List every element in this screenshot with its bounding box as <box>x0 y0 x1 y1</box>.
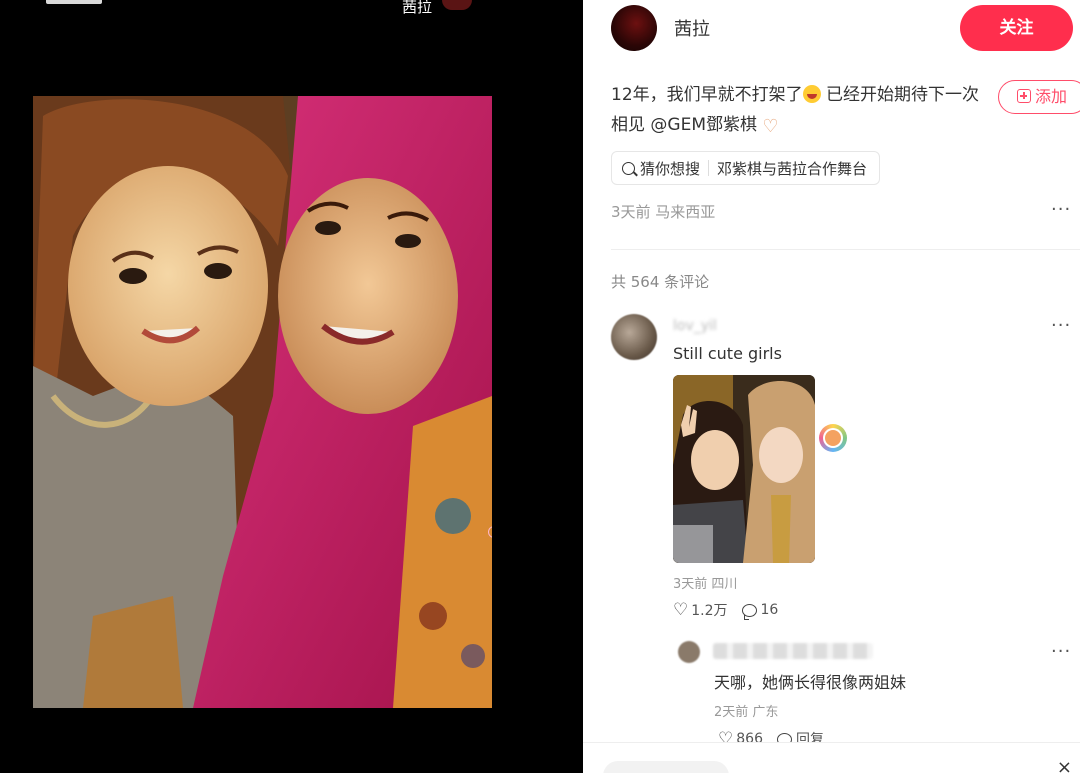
media-viewer[interactable]: 茜拉 <box>0 0 583 773</box>
author-name[interactable]: 茜拉 <box>674 15 710 41</box>
reply-more-icon[interactable]: ··· <box>1051 641 1071 662</box>
post-photo[interactable] <box>33 96 492 708</box>
divider <box>611 249 1080 250</box>
reply-meta: 2天前 广东 <box>714 705 779 720</box>
media-owner-name: 茜拉 <box>402 0 433 16</box>
post-meta: 3天前 马来西亚 <box>611 203 716 221</box>
like-heart-icon[interactable]: ♡ <box>673 601 688 619</box>
close-icon[interactable]: × <box>1057 757 1072 773</box>
comment-count: 共 564 条评论 <box>611 273 710 291</box>
reply-text: 天哪，她俩长得很像两姐妹 <box>714 673 907 692</box>
comment-avatar[interactable] <box>611 314 657 360</box>
chip-divider <box>708 160 710 176</box>
post-detail-panel: 茜拉 关注 12年，我们早就不打架了 已经开始期待下一次相见 @GEM鄧紫棋 添… <box>583 0 1080 773</box>
search-suggestion-text: 邓紫棋与茜拉合作舞台 <box>717 159 868 178</box>
sticker-face-icon <box>825 430 841 446</box>
reply-bubble-icon[interactable] <box>741 603 757 620</box>
photo-illustration <box>33 96 492 708</box>
search-suggestion-chip[interactable]: 猜你想搜 邓紫棋与茜拉合作舞台 <box>611 151 881 185</box>
comment-reply-count[interactable]: 16 <box>761 602 779 618</box>
comment-image[interactable] <box>673 375 815 563</box>
add-button[interactable]: 添加 <box>998 80 1080 114</box>
search-icon <box>622 161 635 175</box>
post-caption: 12年，我们早就不打架了 已经开始期待下一次相见 @GEM鄧紫棋 <box>611 80 991 142</box>
grin-emoji-icon <box>802 85 821 103</box>
comment-username[interactable]: lov_yil <box>673 318 717 334</box>
caption-part1: 12年，我们早就不打架了 <box>611 85 803 105</box>
author-avatar[interactable] <box>611 5 657 51</box>
reply-username-blurred[interactable] <box>713 643 873 659</box>
comment-meta: 3天前 四川 <box>673 577 738 592</box>
comment-more-icon[interactable]: ··· <box>1051 315 1071 336</box>
post-more-icon[interactable]: ··· <box>1051 199 1071 220</box>
comment-actions: ♡ 1.2万 16 <box>673 600 778 620</box>
heart-hands-emoji-icon <box>762 112 782 142</box>
media-owner-avatar <box>442 0 472 10</box>
comment-like-count[interactable]: 1.2万 <box>691 600 727 620</box>
comment-image-illustration <box>673 375 815 563</box>
follow-button[interactable]: 关注 <box>960 5 1073 51</box>
plus-square-icon <box>1017 89 1031 103</box>
top-left-label <box>46 0 102 4</box>
add-label: 添加 <box>1035 87 1068 106</box>
bottom-comment-bar: × <box>583 742 1080 773</box>
search-prefix: 猜你想搜 <box>640 159 701 178</box>
comment-text: Still cute girls <box>673 344 782 363</box>
reply-avatar[interactable] <box>678 641 700 663</box>
comment-input[interactable] <box>603 761 729 773</box>
